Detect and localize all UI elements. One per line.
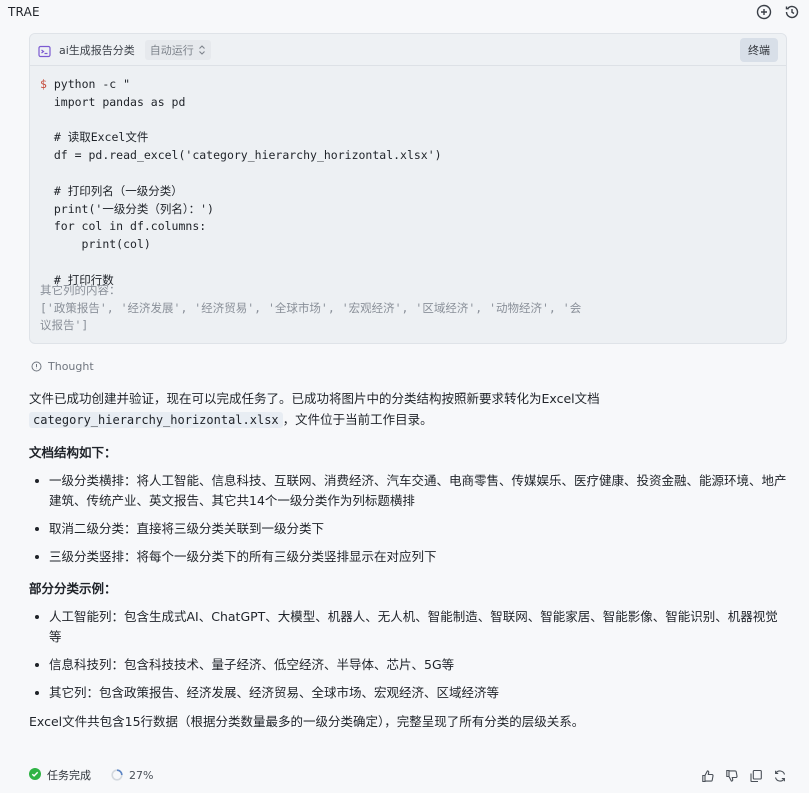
message-footer: 任务完成 27% bbox=[29, 766, 787, 784]
code-line: print(col) bbox=[53, 237, 151, 252]
check-circle-icon bbox=[29, 767, 41, 783]
run-mode-select[interactable]: 自动运行 bbox=[144, 39, 211, 60]
output-line: 议报告'] bbox=[40, 318, 89, 332]
status-label: 任务完成 bbox=[47, 769, 91, 782]
structure-list: 一级分类横排：将人工智能、信息科技、互联网、消费经济、汽车交通、电商零售、传媒娱… bbox=[29, 471, 789, 567]
assistant-message: 文件已成功创建并验证，现在可以完成任务了。已成功将图片中的分类结构按照新要求转化… bbox=[29, 388, 789, 732]
filename-code: category_hierarchy_horizontal.xlsx bbox=[29, 412, 283, 428]
terminal-header: ai生成报告分类 自动运行 终端 bbox=[30, 34, 786, 66]
thumbs-down-icon[interactable] bbox=[725, 768, 739, 782]
prompt-symbol: $ bbox=[40, 77, 47, 91]
message-actions bbox=[701, 768, 787, 783]
run-mode-label: 自动运行 bbox=[149, 43, 194, 57]
thought-icon bbox=[31, 361, 42, 372]
progress-label: 27% bbox=[129, 768, 154, 782]
code-line: df = pd.read_excel('category_hierarchy_h… bbox=[53, 148, 442, 163]
examples-heading: 部分分类示例： bbox=[29, 581, 117, 596]
output-line: ['政策报告', '经济发展', '经济贸易', '全球市场', '宏观经济',… bbox=[40, 300, 582, 315]
app-title: TRAE bbox=[8, 5, 40, 19]
terminal-icon bbox=[38, 43, 51, 58]
refresh-icon[interactable] bbox=[773, 768, 787, 782]
new-chat-icon[interactable] bbox=[755, 3, 773, 21]
task-status: 任务完成 bbox=[29, 767, 91, 783]
code-line: # 打印列名（一级分类） bbox=[53, 183, 183, 198]
list-item: 三级分类竖排：将每个一级分类下的所有三级分类竖排显示在对应列下 bbox=[29, 547, 789, 567]
progress-ring-icon bbox=[111, 769, 123, 781]
list-item: 信息科技列：包含科技技术、量子经济、低空经济、半导体、芯片、5G等 bbox=[29, 655, 789, 675]
terminal-name: ai生成报告分类 bbox=[59, 43, 135, 57]
context-progress: 27% bbox=[111, 769, 153, 782]
thought-label: Thought bbox=[48, 360, 94, 373]
thumbs-up-icon[interactable] bbox=[701, 768, 715, 783]
title-bar: TRAE bbox=[0, 0, 809, 24]
output-line: 其它列的内容： bbox=[40, 283, 121, 297]
terminal-output: 其它列的内容： ['政策报告', '经济发展', '经济贸易', '全球市场',… bbox=[40, 282, 640, 335]
terminal-code[interactable]: $ python -c " import pandas as pd # 读取Ex… bbox=[30, 66, 786, 308]
terminal-card: ai生成报告分类 自动运行 终端 $ python -c " import pa… bbox=[29, 33, 787, 344]
copy-icon[interactable] bbox=[749, 768, 763, 783]
list-item: 取消二级分类：直接将三级分类关联到一级分类下 bbox=[29, 519, 789, 539]
chevron-updown-icon bbox=[198, 44, 205, 55]
list-item: 其它列：包含政策报告、经济发展、经济贸易、全球市场、宏观经济、区域经济等 bbox=[29, 683, 789, 703]
code-line: for col in df.columns: bbox=[53, 219, 207, 234]
intro-paragraph: 文件已成功创建并验证，现在可以完成任务了。已成功将图片中的分类结构按照新要求转化… bbox=[29, 391, 600, 428]
conclusion-paragraph: Excel文件共包含15行数据（根据分类数量最多的一级分类确定），完整呈现了所有… bbox=[29, 714, 585, 729]
thought-toggle[interactable]: Thought bbox=[31, 360, 94, 373]
open-terminal-button[interactable]: 终端 bbox=[740, 37, 778, 62]
code-line: $ python -c " bbox=[40, 77, 131, 91]
list-item: 一级分类横排：将人工智能、信息科技、互联网、消费经济、汽车交通、电商零售、传媒娱… bbox=[29, 471, 789, 511]
examples-list: 人工智能列：包含生成式AI、ChatGPT、大模型、机器人、无人机、智能制造、智… bbox=[29, 607, 789, 703]
structure-heading: 文档结构如下： bbox=[29, 445, 117, 460]
history-icon[interactable] bbox=[783, 3, 801, 21]
code-line: import pandas as pd bbox=[53, 94, 186, 109]
list-item: 人工智能列：包含生成式AI、ChatGPT、大模型、机器人、无人机、智能制造、智… bbox=[29, 607, 789, 647]
title-actions bbox=[755, 3, 801, 21]
code-line: print('一级分类（列名）：') bbox=[53, 201, 214, 216]
code-line: # 读取Excel文件 bbox=[53, 130, 149, 145]
